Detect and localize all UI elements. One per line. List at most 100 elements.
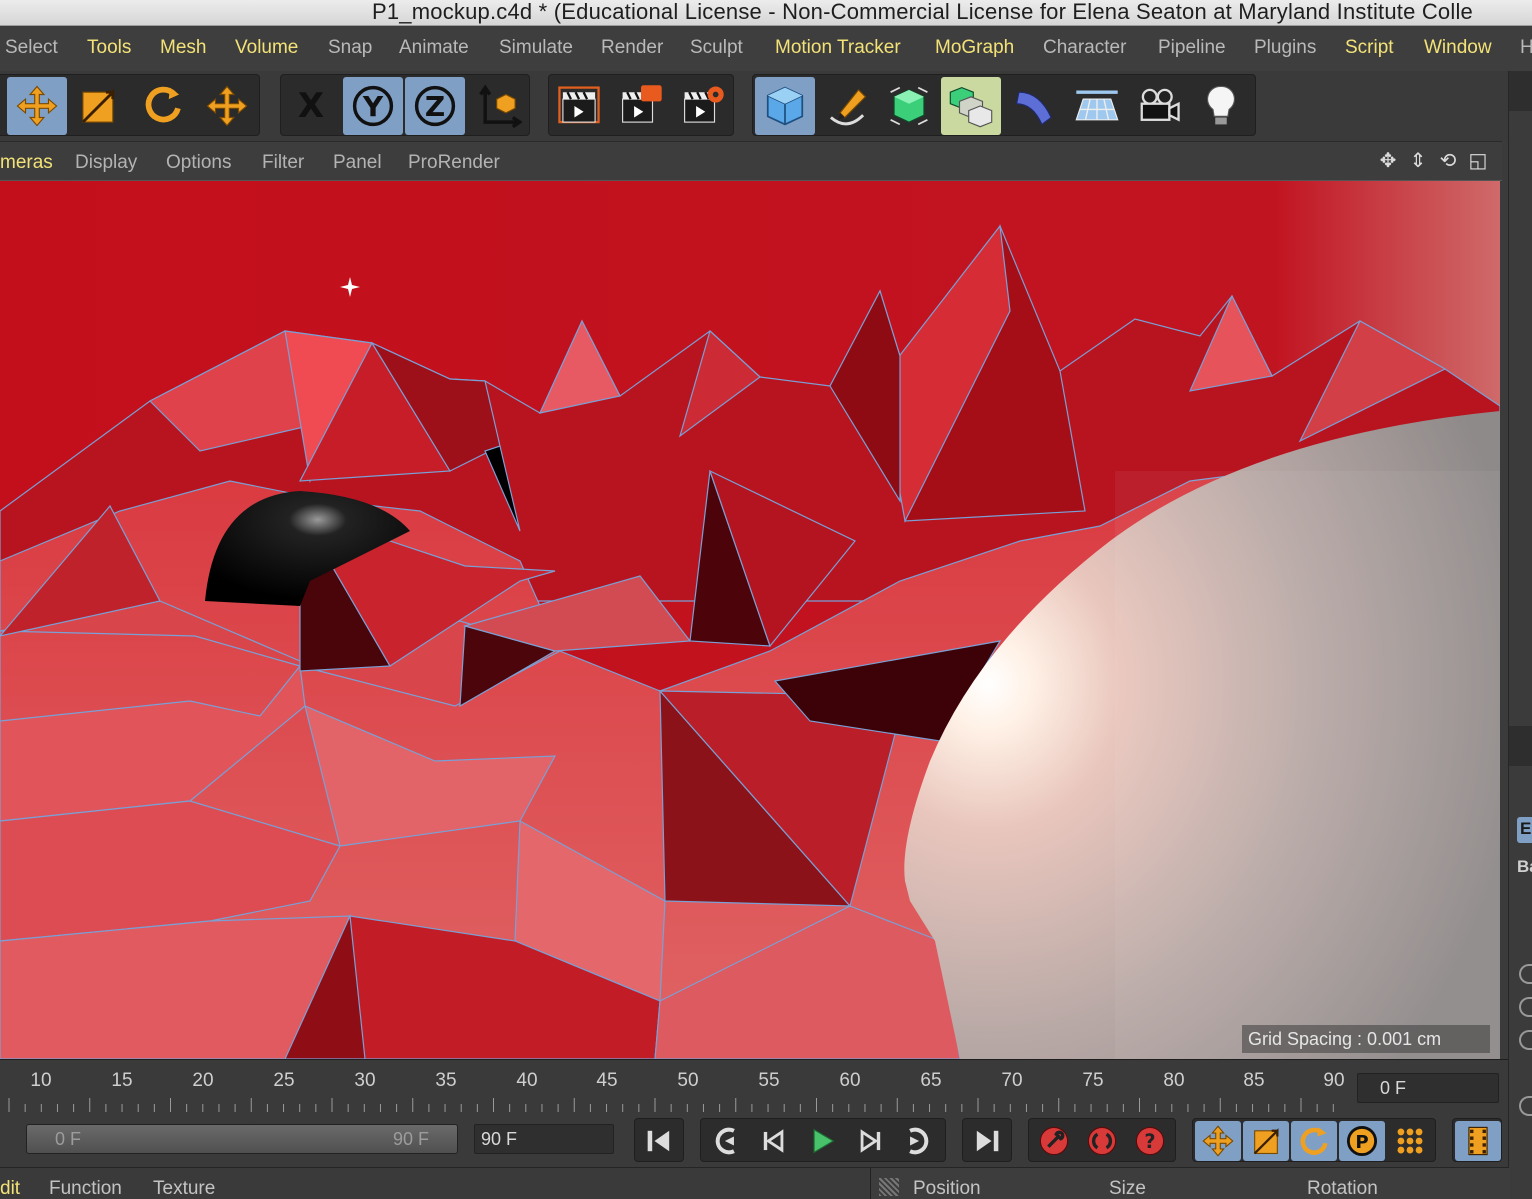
rotation-key-button[interactable] [1291,1121,1337,1161]
scale-key-button[interactable] [1243,1121,1289,1161]
render-picture-viewer-button[interactable] [611,77,671,135]
pan-view-icon[interactable]: ✥ [1376,149,1400,173]
menu-simulate[interactable]: Simulate [499,37,573,59]
range-start-label: 0 F [55,1129,82,1149]
menu-animate[interactable]: Animate [399,37,469,59]
key-type-group: P [1192,1118,1436,1162]
viewport-menu-options[interactable]: Options [166,152,231,174]
light-object-button[interactable] [1191,77,1251,135]
radio-button-3[interactable] [1519,1030,1532,1050]
playback-group [700,1118,946,1162]
timeline-tick: 25 [273,1070,295,1091]
timeline-tick: 85 [1243,1070,1265,1091]
radio-button-1[interactable] [1519,964,1532,984]
y-axis-label: Y [362,89,384,123]
timeline-tick: 15 [111,1070,133,1091]
rotate-tool-button[interactable] [133,77,193,135]
next-frame-button[interactable] [847,1121,893,1161]
menu-character[interactable]: Character [1043,37,1126,59]
move-tool-button[interactable] [7,77,67,135]
pen-spline-button[interactable] [817,77,877,135]
play-icon [813,1128,835,1154]
menu-render[interactable]: Render [601,37,663,59]
rotation-key-icon [1300,1127,1328,1155]
end-frame-field[interactable]: 90 F [474,1124,614,1154]
record-active-objects-button[interactable] [1031,1121,1077,1161]
autokey-icon [1087,1126,1117,1156]
menu-script[interactable]: Script [1345,37,1394,59]
timeline-scheme-button[interactable] [1455,1121,1501,1161]
menu-window[interactable]: Window [1424,37,1492,59]
toggle-layout-icon[interactable]: ◱ [1466,149,1490,173]
panel-grip-top[interactable] [1509,71,1532,111]
render-view-button[interactable] [549,77,609,135]
autokeying-button[interactable] [1079,1121,1125,1161]
material-menu-function[interactable]: Function [49,1178,122,1199]
zoom-view-icon[interactable]: ⇕ [1406,149,1430,173]
coordinate-system-button[interactable] [469,77,529,135]
next-key-button[interactable] [895,1121,941,1161]
window-title: P1_mockup.c4d * (Educational License - N… [372,0,1473,24]
question-record-icon: ? [1135,1126,1165,1156]
menu-motion-tracker[interactable]: Motion Tracker [775,37,901,59]
z-axis-button[interactable]: Z [405,77,465,135]
viewport-nav-icons: ✥ ⇕ ⟲ ◱ [1376,149,1490,173]
render-settings-button[interactable] [673,77,733,135]
timeline-tick: 90 [1323,1070,1345,1091]
array-cloner-button[interactable] [941,77,1001,135]
orbit-view-icon[interactable]: ⟲ [1436,149,1460,173]
menu-help[interactable]: H [1520,37,1532,59]
render-group [548,74,734,136]
menu-snap[interactable]: Snap [328,37,372,59]
menu-mesh[interactable]: Mesh [160,37,206,59]
viewport-menu-panel[interactable]: Panel [333,152,382,174]
menu-mograph[interactable]: MoGraph [935,37,1014,59]
viewport-menu-prorender[interactable]: ProRender [408,152,500,174]
3d-viewport[interactable]: Grid Spacing : 0.001 cm [0,181,1500,1059]
goto-start-button[interactable] [636,1121,682,1161]
basic-tab-button[interactable]: E [1517,817,1532,843]
goto-end-button[interactable] [964,1121,1010,1161]
y-axis-button[interactable]: Y [343,77,403,135]
panel-grip-middle[interactable] [1509,726,1532,766]
camera-object-button[interactable] [1129,77,1189,135]
preview-range-slider[interactable]: 0 F 90 F [26,1124,458,1154]
material-menu-edit[interactable]: dit [0,1178,20,1199]
previous-key-button[interactable] [703,1121,749,1161]
timeline-ruler[interactable]: 10 15 20 25 30 35 40 45 50 55 60 65 70 7… [0,1059,1508,1115]
scale-tool-button[interactable] [69,77,129,135]
floor-environment-button[interactable] [1067,77,1127,135]
point-level-key-button[interactable] [1387,1121,1433,1161]
radio-button-4[interactable] [1519,1096,1532,1116]
light-bulb-icon [1207,85,1235,125]
radio-button-2[interactable] [1519,997,1532,1017]
transform-tool-button[interactable] [197,77,257,135]
deformer-button[interactable] [1005,77,1065,135]
x-axis-button[interactable]: X [281,77,341,135]
play-button[interactable] [799,1121,845,1161]
current-frame-field[interactable]: 0 F [1357,1073,1499,1103]
menu-bar: Select Tools Mesh Volume Snap Animate Si… [0,27,1532,71]
menu-pipeline[interactable]: Pipeline [1158,37,1226,59]
material-menu-texture[interactable]: Texture [153,1178,215,1199]
panel-grip-icon[interactable] [879,1178,899,1196]
subdivision-surface-button[interactable] [879,77,939,135]
step-back-icon [763,1129,784,1153]
menu-select[interactable]: Select [5,37,58,59]
parameter-p-icon: P [1346,1125,1378,1157]
viewport-menu-display[interactable]: Display [75,152,137,174]
previous-frame-button[interactable] [751,1121,797,1161]
timeline-tick: 80 [1163,1070,1185,1091]
menu-volume[interactable]: Volume [235,37,298,59]
timeline-tick: 20 [192,1070,214,1091]
menu-tools[interactable]: Tools [87,37,131,59]
viewport-menu-cameras[interactable]: meras [0,152,53,174]
parameter-key-button[interactable]: P [1339,1121,1385,1161]
basic-tab-label: E [1520,819,1532,838]
keyframe-selection-button[interactable]: ? [1127,1121,1173,1161]
cube-object-button[interactable] [755,77,815,135]
menu-sculpt[interactable]: Sculpt [690,37,743,59]
viewport-menu-filter[interactable]: Filter [262,152,304,174]
position-key-button[interactable] [1195,1121,1241,1161]
menu-plugins[interactable]: Plugins [1254,37,1316,59]
